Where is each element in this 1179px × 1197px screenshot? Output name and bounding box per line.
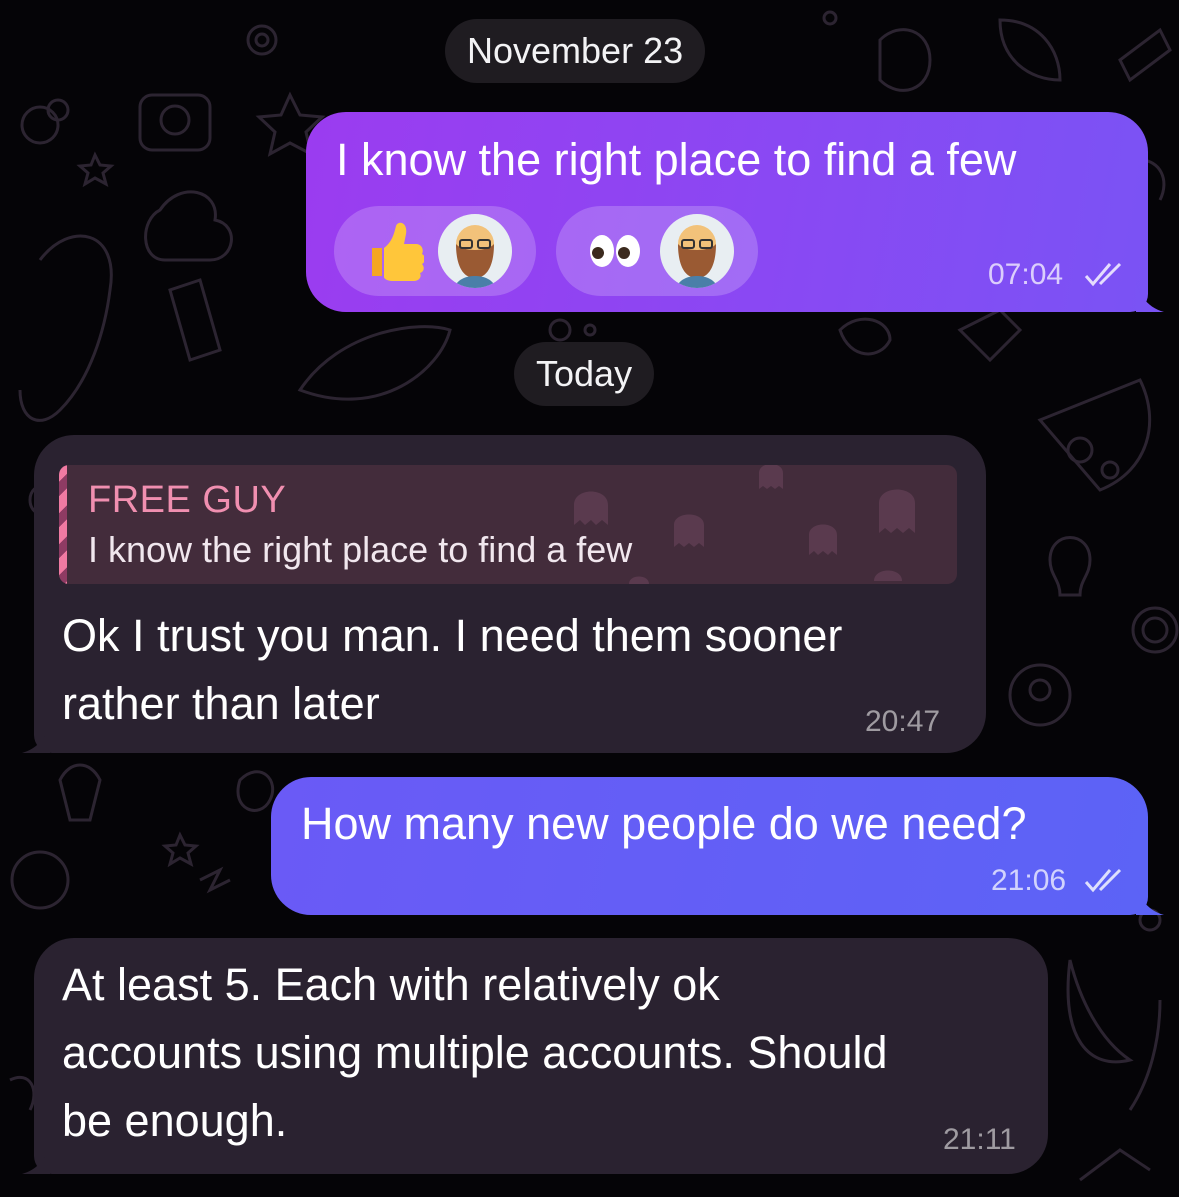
reply-accent-bar	[59, 465, 67, 584]
bubble-tail	[22, 723, 50, 753]
message-text: I know the right place to find a few	[336, 134, 1017, 185]
date-separator: November 23	[445, 19, 706, 83]
eyes-icon	[590, 235, 640, 267]
message-time: 21:11	[943, 1123, 1016, 1156]
reply-preview[interactable]: FREE GUY I know the right place to find …	[59, 465, 957, 584]
reply-author-name: FREE GUY	[88, 479, 287, 521]
message-text-line: accounts using multiple accounts. Should	[62, 1027, 888, 1078]
message-text-line: be enough.	[62, 1095, 288, 1146]
double-check-icon	[1084, 868, 1122, 893]
message-time: 20:47	[865, 705, 941, 738]
reaction-thumbs-up[interactable]	[334, 206, 536, 296]
bearded-man-avatar	[660, 214, 734, 288]
bubble-tail	[22, 1144, 50, 1174]
double-check-icon	[1084, 262, 1122, 287]
reply-quoted-text: I know the right place to find a few	[88, 529, 633, 570]
bearded-man-avatar	[438, 214, 512, 288]
bubble-tail	[1136, 885, 1164, 915]
date-separator: Today	[514, 342, 655, 406]
message-text-line: Ok I trust you man. I need them sooner	[62, 610, 843, 661]
bubble-tail	[1136, 282, 1164, 312]
message-text-line: rather than later	[62, 678, 380, 729]
message-text-line: At least 5. Each with relatively ok	[62, 959, 720, 1010]
message-time: 21:06	[991, 864, 1067, 897]
message-text: How many new people do we need?	[301, 798, 1027, 849]
message-time: 07:04	[988, 258, 1064, 291]
reaction-eyes[interactable]	[556, 206, 758, 296]
thumbs-up-icon	[372, 222, 424, 281]
